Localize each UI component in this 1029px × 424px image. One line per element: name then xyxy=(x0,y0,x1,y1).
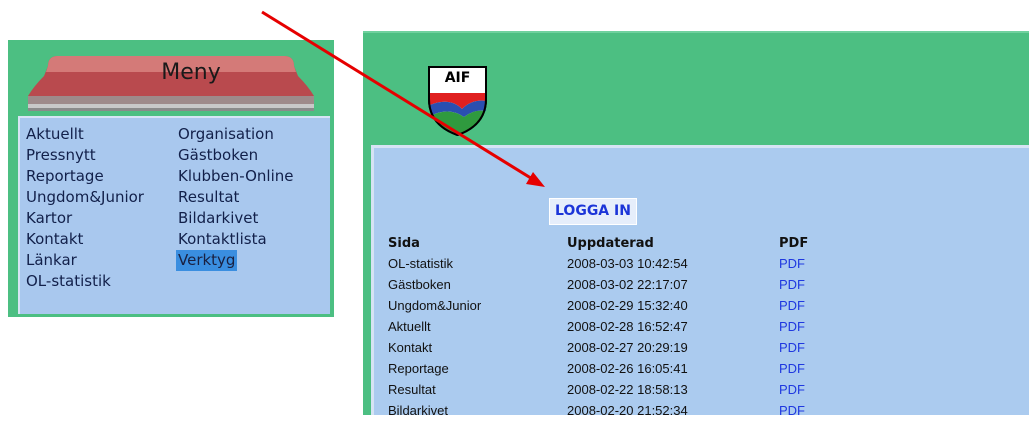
red-arrow-icon xyxy=(261,10,545,187)
